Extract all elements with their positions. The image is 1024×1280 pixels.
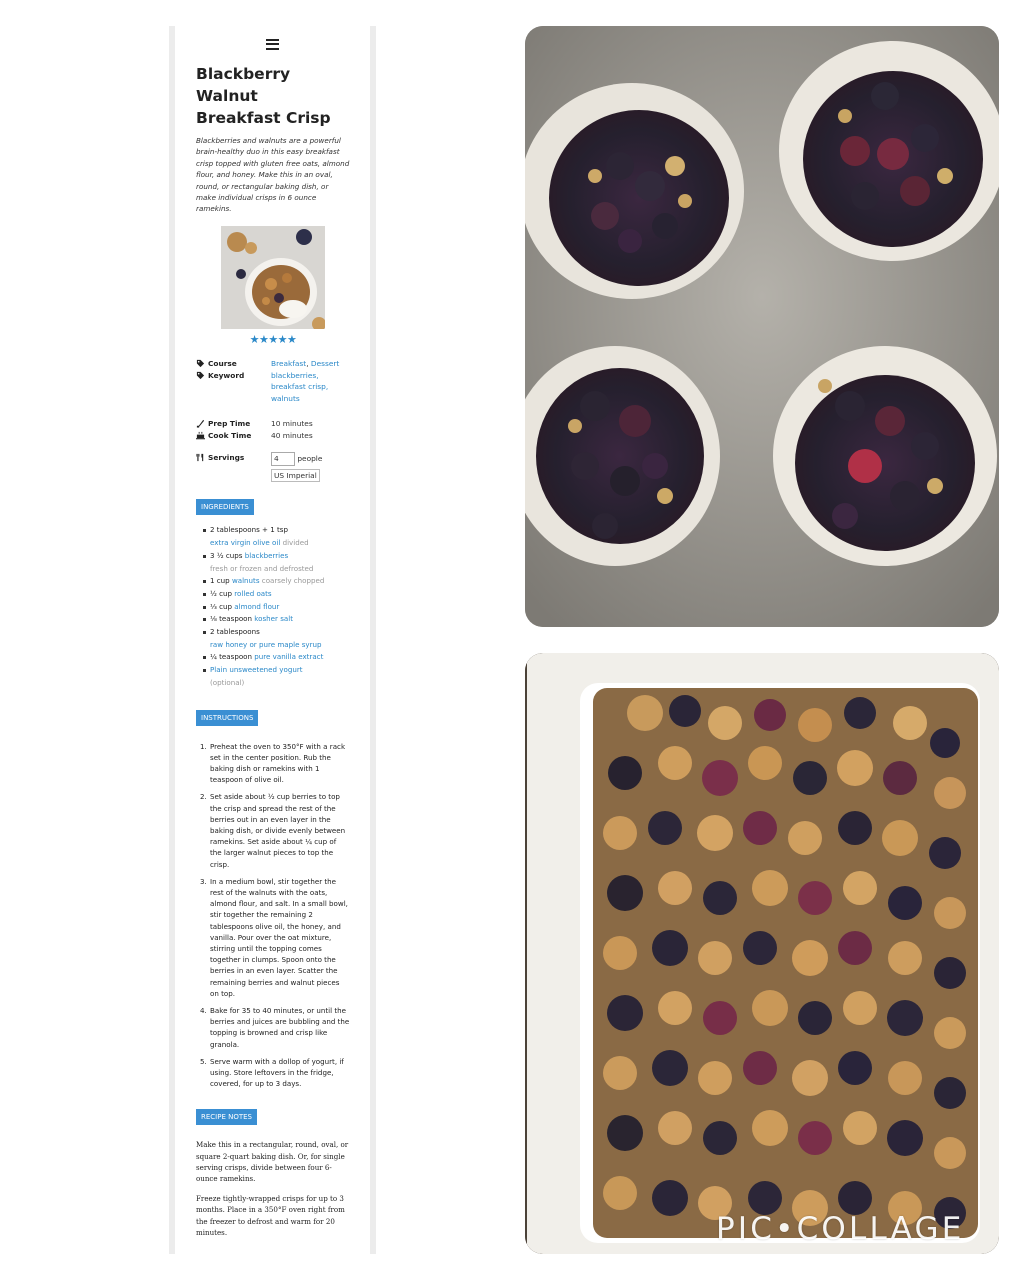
keyword-link-breakfast-crisp[interactable]: breakfast crisp, bbox=[271, 382, 328, 391]
ingredient-amount: ⅓ cup bbox=[210, 601, 235, 611]
recipe-note-paragraph: Freeze tightly-wrapped crisps for up to … bbox=[196, 1194, 345, 1237]
ingredients-heading: INGREDIENTS bbox=[196, 499, 254, 516]
rating-stars[interactable]: ★★★★★ bbox=[196, 333, 350, 346]
ingredient-note: fresh or frozen and defrosted bbox=[210, 563, 314, 573]
baking-dish-illustration bbox=[525, 653, 999, 1254]
tag-icon bbox=[196, 359, 205, 367]
keyword-label: Keyword bbox=[208, 370, 245, 380]
keyword-link-walnuts[interactable]: walnuts bbox=[271, 394, 300, 403]
recipe-title-line1: Blackberry Walnut bbox=[196, 65, 291, 105]
ingredient-item: ¼ teaspoon pure vanilla extract bbox=[203, 651, 350, 664]
instruction-step: Preheat the oven to 350°F with a rack se… bbox=[209, 741, 350, 786]
ingredient-amount: ½ cup bbox=[210, 588, 235, 598]
ingredient-link[interactable]: raw honey or pure maple syrup bbox=[210, 640, 322, 649]
servings-row: Servings 4 people US Imperial bbox=[196, 451, 350, 483]
ingredient-link[interactable]: almond flour bbox=[234, 602, 279, 611]
servings-unit: people bbox=[297, 453, 323, 463]
recipe-card: Blackberry Walnut Breakfast Crisp Blackb… bbox=[175, 63, 370, 1238]
ingredient-amount: ⅛ teaspoon bbox=[210, 614, 255, 624]
ingredient-link[interactable]: Plain unsweetened yogurt bbox=[210, 665, 303, 674]
recipe-notes: Make this in a rectangular, round, oval,… bbox=[196, 1139, 350, 1238]
ingredient-link[interactable]: pure vanilla extract bbox=[254, 652, 323, 661]
ingredient-amount: 2 tablespoons bbox=[210, 627, 260, 637]
pic-collage-watermark: PIC•COLLAGE bbox=[716, 1211, 965, 1247]
ramekins-photo bbox=[525, 26, 999, 627]
ingredient-link[interactable]: rolled oats bbox=[234, 589, 271, 598]
tag-icon bbox=[196, 371, 205, 379]
ingredient-amount: ¼ teaspoon bbox=[210, 652, 255, 662]
servings-label: Servings bbox=[208, 452, 245, 462]
prep-time-label: Prep Time bbox=[208, 419, 251, 429]
ramekin-top-right bbox=[779, 41, 999, 261]
keyword-row: Keyword blackberries, breakfast crisp, w… bbox=[196, 370, 350, 405]
course-label: Course bbox=[208, 358, 237, 368]
servings-input[interactable]: 4 bbox=[271, 451, 295, 466]
instructions-heading: INSTRUCTIONS bbox=[196, 709, 259, 726]
ingredient-item: ⅓ cup almond flour bbox=[203, 601, 350, 614]
ingredient-note: coarsely chopped bbox=[261, 576, 325, 586]
instruction-step: In a medium bowl, stir together the rest… bbox=[209, 876, 350, 999]
cook-time-row: Cook Time 40 minutes bbox=[196, 430, 350, 442]
recipe-thumbnail-image bbox=[221, 225, 325, 329]
ingredient-item: 1 cup walnuts coarsely chopped bbox=[203, 575, 350, 588]
ramekin-top-left bbox=[525, 83, 744, 299]
ingredient-item: Plain unsweetened yogurt (optional) bbox=[203, 664, 350, 689]
ingredient-amount: 2 tablespoons + 1 tsp bbox=[210, 525, 289, 535]
course-link-dessert[interactable]: Dessert bbox=[311, 359, 339, 368]
instructions-list: Preheat the oven to 350°F with a rack se… bbox=[196, 741, 350, 1090]
ingredient-amount: 1 cup bbox=[210, 576, 232, 586]
hamburger-menu-icon[interactable] bbox=[266, 38, 279, 50]
cook-time-label: Cook Time bbox=[208, 430, 252, 440]
course-row: Course Breakfast, Dessert bbox=[196, 358, 350, 370]
course-link-breakfast[interactable]: Breakfast bbox=[271, 359, 306, 368]
cook-time-value: 40 minutes bbox=[271, 430, 313, 440]
recipe-title: Blackberry Walnut Breakfast Crisp bbox=[196, 63, 350, 129]
ingredient-link[interactable]: walnuts bbox=[232, 576, 260, 585]
ingredients-list: 2 tablespoons + 1 tsp extra virgin olive … bbox=[196, 524, 350, 689]
ingredient-item: 2 tablespoons + 1 tsp extra virgin olive … bbox=[203, 524, 350, 549]
ingredient-item: ⅛ teaspoon kosher salt bbox=[203, 613, 350, 626]
baking-dish-photo bbox=[525, 653, 999, 1254]
ingredient-amount: 3 ½ cups bbox=[210, 550, 245, 560]
ingredient-link[interactable]: extra virgin olive oil bbox=[210, 538, 280, 547]
prep-time-value: 10 minutes bbox=[271, 419, 313, 429]
fork-knife-icon bbox=[196, 453, 204, 461]
knife-icon bbox=[196, 419, 205, 428]
recipe-meta: Course Breakfast, Dessert Keyword blackb… bbox=[196, 358, 350, 483]
ramekins-illustration bbox=[525, 26, 999, 627]
recipe-page: Blackberry Walnut Breakfast Crisp Blackb… bbox=[175, 26, 370, 1254]
keyword-link-blackberries[interactable]: blackberries, bbox=[271, 371, 319, 380]
instruction-step: Bake for 35 to 40 minutes, or until the … bbox=[209, 1005, 350, 1050]
ingredient-link[interactable]: blackberries bbox=[245, 551, 288, 560]
units-toggle[interactable]: US Imperial bbox=[271, 468, 320, 483]
top-nav-bar bbox=[175, 26, 370, 62]
ingredient-item: 2 tablespoons raw honey or pure maple syr… bbox=[203, 626, 350, 651]
ingredient-note: divided bbox=[282, 538, 309, 548]
recipe-screenshot-panel: Blackberry Walnut Breakfast Crisp Blackb… bbox=[169, 26, 376, 1254]
recipe-title-line2: Breakfast Crisp bbox=[196, 109, 331, 127]
prep-time-row: Prep Time 10 minutes bbox=[196, 418, 350, 430]
ramekin-bottom-right bbox=[773, 346, 997, 566]
ingredient-item: 3 ½ cups blackberries fresh or frozen and… bbox=[203, 550, 350, 575]
pot-icon bbox=[196, 431, 205, 440]
instruction-step: Serve warm with a dollop of yogurt, if u… bbox=[209, 1056, 350, 1090]
recipe-note-paragraph: Make this in a rectangular, round, oval,… bbox=[196, 1140, 349, 1184]
ingredient-note: (optional) bbox=[210, 677, 245, 687]
ingredient-item: ½ cup rolled oats bbox=[203, 588, 350, 601]
ingredient-link[interactable]: kosher salt bbox=[254, 614, 293, 623]
instruction-step: Set aside about ½ cup berries to top the… bbox=[209, 791, 350, 869]
recipe-summary: Blackberries and walnuts are a powerful … bbox=[196, 136, 350, 214]
recipe-notes-heading: RECIPE NOTES bbox=[196, 1109, 257, 1126]
